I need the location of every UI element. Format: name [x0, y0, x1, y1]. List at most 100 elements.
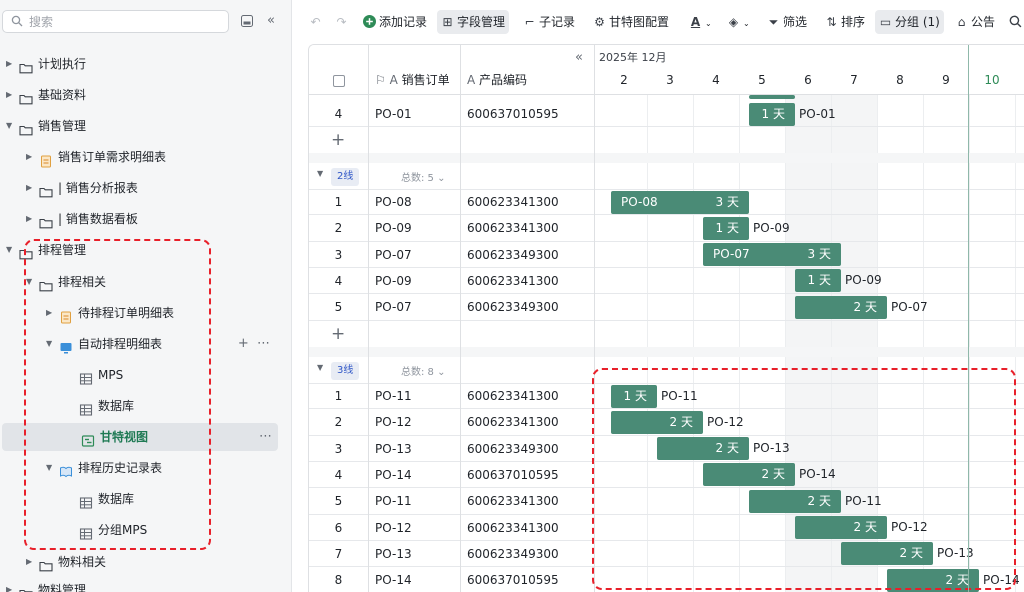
- group-collapse-icon[interactable]: ▼: [317, 363, 323, 372]
- gantt-bar[interactable]: 2 天: [841, 542, 933, 566]
- cell-code[interactable]: 600623341300: [467, 488, 559, 514]
- collapse-arrow-icon[interactable]: ▶: [6, 576, 16, 592]
- expand-arrow-icon[interactable]: ▼: [6, 112, 16, 140]
- cell-order[interactable]: PO-07: [375, 294, 412, 320]
- group-header[interactable]: ▼ 3线 总数: 8 ⌄: [309, 357, 1024, 383]
- sidebar-item[interactable]: ▼ 排程历史记录表: [0, 454, 291, 482]
- sidebar-item[interactable]: ▶ 计划执行: [0, 50, 291, 78]
- row-number[interactable]: 7: [309, 541, 368, 567]
- group-header[interactable]: ▼ 2线 总数: 5 ⌄: [309, 163, 1024, 189]
- cell-code[interactable]: 600623349300: [467, 242, 559, 268]
- sidebar-item[interactable]: 分组MPS: [0, 516, 291, 544]
- cell-code[interactable]: 600623341300: [467, 268, 559, 294]
- cell-code[interactable]: 600623341300: [467, 409, 559, 435]
- gantt-bar[interactable]: 2 天: [611, 410, 703, 434]
- sidebar-item[interactable]: ▼ 销售管理: [0, 112, 291, 140]
- cell-code[interactable]: 600623349300: [467, 436, 559, 462]
- cell-code[interactable]: 600623341300: [467, 515, 559, 541]
- sort-button[interactable]: ⇅ 排序: [821, 10, 869, 34]
- text-color-button[interactable]: A ⌄: [685, 10, 716, 34]
- cell-code[interactable]: 600623341300: [467, 189, 559, 215]
- sidebar-item[interactable]: ▶ 基础资料: [0, 81, 291, 109]
- cell-code[interactable]: 600637010595: [467, 101, 559, 127]
- group-collapse-icon[interactable]: ▼: [317, 169, 323, 178]
- add-row-icon[interactable]: +: [331, 127, 345, 153]
- search-button[interactable]: [1005, 10, 1024, 34]
- sidebar-item[interactable]: ▶ 物料管理: [0, 576, 291, 592]
- undo-button[interactable]: ↶: [305, 10, 329, 34]
- cell-code[interactable]: 600623349300: [467, 294, 559, 320]
- column-header-code[interactable]: A 产品编码: [467, 67, 527, 93]
- more-icon[interactable]: ⋯: [259, 423, 272, 451]
- cell-code[interactable]: 600623349300: [467, 541, 559, 567]
- cell-order[interactable]: PO-01: [375, 101, 412, 127]
- cell-order[interactable]: PO-12: [375, 515, 412, 541]
- group-button[interactable]: ▭ 分组 (1): [875, 10, 944, 34]
- announcement-button[interactable]: ⌂ 公告: [951, 10, 999, 34]
- row-number[interactable]: 8: [309, 567, 368, 592]
- search-box[interactable]: [2, 10, 229, 33]
- collapse-arrow-icon[interactable]: ▶: [26, 143, 36, 171]
- gantt-bar[interactable]: 2 天: [749, 489, 841, 513]
- cell-code[interactable]: 600623341300: [467, 215, 559, 241]
- add-record-button[interactable]: 添加记录: [359, 10, 431, 34]
- cell-order[interactable]: PO-13: [375, 541, 412, 567]
- sidebar-item[interactable]: ▶ 待排程订单明细表: [0, 299, 291, 327]
- row-number[interactable]: 6: [309, 515, 368, 541]
- add-icon[interactable]: +: [238, 336, 249, 351]
- cell-code[interactable]: 600623341300: [467, 383, 559, 409]
- gantt-bar[interactable]: 1 天: [749, 102, 795, 126]
- sidebar-item[interactable]: ▶ 物料相关: [0, 548, 291, 576]
- sidebar-item[interactable]: 甘特视图 ⋯: [2, 423, 278, 451]
- gantt-bar[interactable]: PO-07 3 天: [703, 243, 841, 267]
- cell-code[interactable]: 600637010595: [467, 462, 559, 488]
- gantt-bar[interactable]: 1 天: [795, 269, 841, 293]
- sidebar-item[interactable]: ▼ 自动排程明细表 + ⋯: [0, 330, 291, 358]
- row-number[interactable]: 4: [309, 101, 368, 127]
- column-header-order[interactable]: ⚐ A 销售订单: [375, 67, 450, 93]
- cell-code[interactable]: 600637010595: [467, 567, 559, 592]
- sidebar-item[interactable]: ▶ | 销售数据看板: [0, 205, 291, 233]
- field-manage-button[interactable]: ⊞ 字段管理: [437, 10, 510, 34]
- sidebar-item[interactable]: ▶ 销售订单需求明细表: [0, 143, 291, 171]
- fill-color-button[interactable]: ◈ ⌄: [723, 10, 754, 34]
- more-icon[interactable]: ⋯: [257, 336, 270, 351]
- collapse-arrow-icon[interactable]: ▶: [26, 205, 36, 233]
- cell-order[interactable]: PO-14: [375, 462, 412, 488]
- cell-order[interactable]: PO-07: [375, 242, 412, 268]
- collapse-sidebar-icon[interactable]: «: [262, 12, 280, 30]
- row-number[interactable]: 1: [309, 189, 368, 215]
- row-number[interactable]: 2: [309, 215, 368, 241]
- select-all-checkbox[interactable]: [333, 75, 345, 87]
- collapse-arrow-icon[interactable]: ▶: [46, 299, 56, 327]
- row-number[interactable]: 2: [309, 409, 368, 435]
- search-input[interactable]: [29, 13, 219, 30]
- filter-button[interactable]: ⏷ 筛选: [763, 10, 811, 34]
- gantt-config-button[interactable]: ⚙ 甘特图配置: [589, 10, 673, 34]
- expand-arrow-icon[interactable]: ▼: [46, 454, 56, 482]
- gantt-bar[interactable]: 2 天: [703, 463, 795, 487]
- gantt-bar[interactable]: PO-08 3 天: [611, 190, 749, 214]
- sidebar-item[interactable]: ▼ 排程相关: [0, 268, 291, 296]
- cell-order[interactable]: PO-08: [375, 189, 412, 215]
- row-number[interactable]: 3: [309, 242, 368, 268]
- row-number[interactable]: 3: [309, 436, 368, 462]
- gantt-bar[interactable]: [749, 95, 795, 99]
- add-row-icon[interactable]: +: [331, 321, 345, 347]
- collapse-arrow-icon[interactable]: ▶: [6, 50, 16, 78]
- expand-arrow-icon[interactable]: ▼: [26, 268, 36, 296]
- gantt-bar[interactable]: 2 天: [887, 568, 979, 592]
- row-number[interactable]: 1: [309, 383, 368, 409]
- gantt-bar[interactable]: 2 天: [657, 437, 749, 461]
- expand-arrow-icon[interactable]: ▼: [6, 236, 16, 264]
- redo-button[interactable]: ↷: [331, 10, 355, 34]
- cell-order[interactable]: PO-11: [375, 383, 412, 409]
- collapse-columns-icon[interactable]: «: [575, 45, 583, 71]
- row-number[interactable]: 5: [309, 294, 368, 320]
- gantt-bar[interactable]: 1 天: [611, 384, 657, 408]
- row-number[interactable]: 4: [309, 462, 368, 488]
- sidebar-item[interactable]: ▶ | 销售分析报表: [0, 174, 291, 202]
- sidebar-item[interactable]: 数据库: [0, 392, 291, 420]
- sidebar-item[interactable]: ▼ 排程管理: [0, 236, 291, 264]
- gantt-bar[interactable]: 1 天: [703, 216, 749, 240]
